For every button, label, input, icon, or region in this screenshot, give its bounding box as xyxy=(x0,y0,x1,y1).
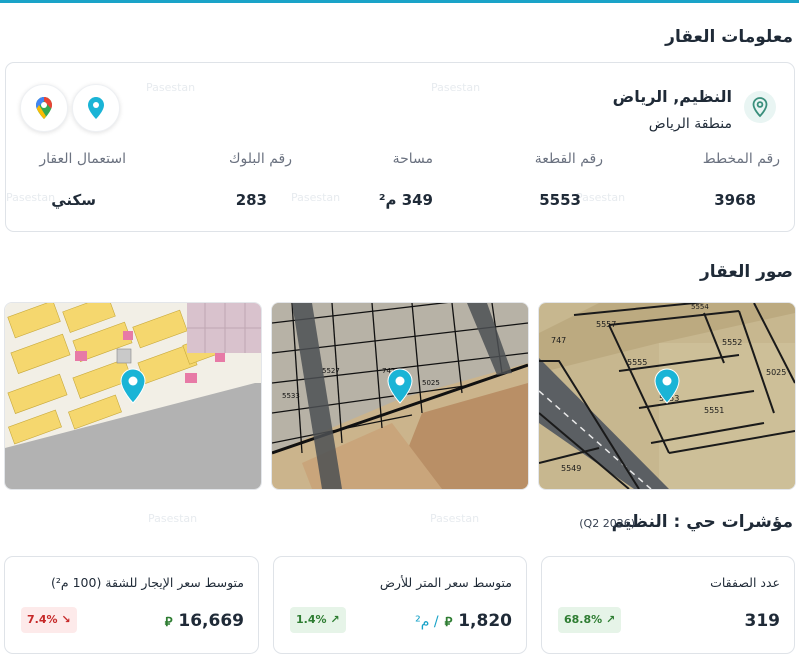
watermark: Pasestan xyxy=(430,512,480,525)
open-map-button[interactable] xyxy=(72,84,120,132)
deals-change-value: 68.8% xyxy=(564,613,603,626)
block-number-value: 283 xyxy=(235,191,267,209)
map-pin-icon xyxy=(744,91,776,123)
pin-map-icon xyxy=(88,97,104,119)
google-maps-icon xyxy=(36,97,52,119)
land-price-card: متوسط سعر المتر للأرض 1,820 ⃁ / م² 1.4% … xyxy=(273,556,527,654)
parcel-label: 5552 xyxy=(722,338,742,347)
land-price-label: متوسط سعر المتر للأرض xyxy=(379,575,512,590)
property-image-plan-map[interactable] xyxy=(4,302,262,490)
satellite-close-image: 5557 5555 5552 5553 5551 5025 5549 5554 … xyxy=(539,303,795,489)
parcel-number-label: رقم القطعة xyxy=(534,151,603,167)
trend-down-icon: ↘ xyxy=(61,613,71,626)
deals-count-value: 319 xyxy=(744,611,781,631)
trend-up-icon: ↗ xyxy=(606,613,616,626)
deals-count-label: عدد الصفقات xyxy=(710,575,780,590)
deals-count-card: عدد الصفقات 319 68.8% ↗ xyxy=(541,556,795,654)
land-price-change-value: 1.4% xyxy=(296,613,327,626)
plan-map-image xyxy=(5,303,261,489)
rent-price-value-row: 16,669 ⃁ xyxy=(165,611,244,631)
property-images-title: صور العقار xyxy=(699,262,793,282)
property-info-card: Pasestan Pasestan Pasestan Pasestan Pase… xyxy=(5,62,795,232)
land-price-value-row: 1,820 ⃁ / م² xyxy=(415,611,512,631)
satellite-wide-image: 747 5025 5533 5527 xyxy=(272,303,528,489)
land-price-unit: / م² xyxy=(415,614,439,630)
watermark: Pasestan xyxy=(148,512,198,525)
google-maps-button[interactable] xyxy=(20,84,68,132)
watermark: Pasestan xyxy=(6,191,56,204)
property-info-title: معلومات العقار xyxy=(665,27,793,47)
deals-change-badge: 68.8% ↗ xyxy=(558,607,622,633)
rent-price-label: متوسط سعر الإيجار للشقة (100 م²) xyxy=(50,575,244,590)
parcel-label: 747 xyxy=(551,336,566,345)
watermark: Pasestan xyxy=(576,191,626,204)
parcel-label: 5527 xyxy=(322,367,340,375)
property-use-value: سكني xyxy=(51,191,96,209)
parcel-label: 5025 xyxy=(766,368,786,377)
location-subtitle: منطقة الرياض xyxy=(648,116,732,132)
parcel-label: 5549 xyxy=(561,464,581,473)
parcel-label: 5025 xyxy=(422,379,440,387)
location-title: النظيم, الرياض xyxy=(612,87,732,106)
parcel-label: 5554 xyxy=(691,303,709,311)
plan-number-value: 3968 xyxy=(714,191,756,209)
riyal-icon: ⃁ xyxy=(164,615,173,630)
parcel-label: 5551 xyxy=(704,406,724,415)
rent-price-card: متوسط سعر الإيجار للشقة (100 م²) 16,669 … xyxy=(4,556,259,654)
parcel-label: 5555 xyxy=(627,358,647,367)
rent-price-value: 16,669 xyxy=(178,611,244,631)
rent-change-badge: 7.4% ↘ xyxy=(21,607,77,633)
property-use-label: استعمال العقار xyxy=(39,151,126,167)
area-value: 349 م² xyxy=(378,191,433,209)
watermark: Pasestan xyxy=(146,81,196,94)
plan-number-label: رقم المخطط xyxy=(702,151,780,167)
property-image-satellite-wide[interactable]: 747 5025 5533 5527 xyxy=(271,302,529,490)
property-image-satellite-close[interactable]: 5557 5555 5552 5553 5551 5025 5549 5554 … xyxy=(538,302,796,490)
land-price-change-badge: 1.4% ↗ xyxy=(290,607,346,633)
indicators-title: مؤشرات حي : النظيم xyxy=(611,512,793,532)
block-number-label: رقم البلوك xyxy=(228,151,292,167)
land-price-value: 1,820 xyxy=(458,611,512,631)
watermark: Pasestan xyxy=(291,191,341,204)
top-accent-bar xyxy=(0,0,799,3)
trend-up-icon: ↗ xyxy=(330,613,340,626)
area-label: مساحة xyxy=(392,151,433,167)
riyal-icon: ⃁ xyxy=(444,615,453,630)
watermark: Pasestan xyxy=(431,81,481,94)
parcel-number-value: 5553 xyxy=(539,191,581,209)
parcel-label: 5533 xyxy=(282,392,300,400)
indicators-period: (Q2 2026) xyxy=(579,517,635,530)
parcel-label: 5557 xyxy=(596,320,616,329)
rent-change-value: 7.4% xyxy=(27,613,58,626)
